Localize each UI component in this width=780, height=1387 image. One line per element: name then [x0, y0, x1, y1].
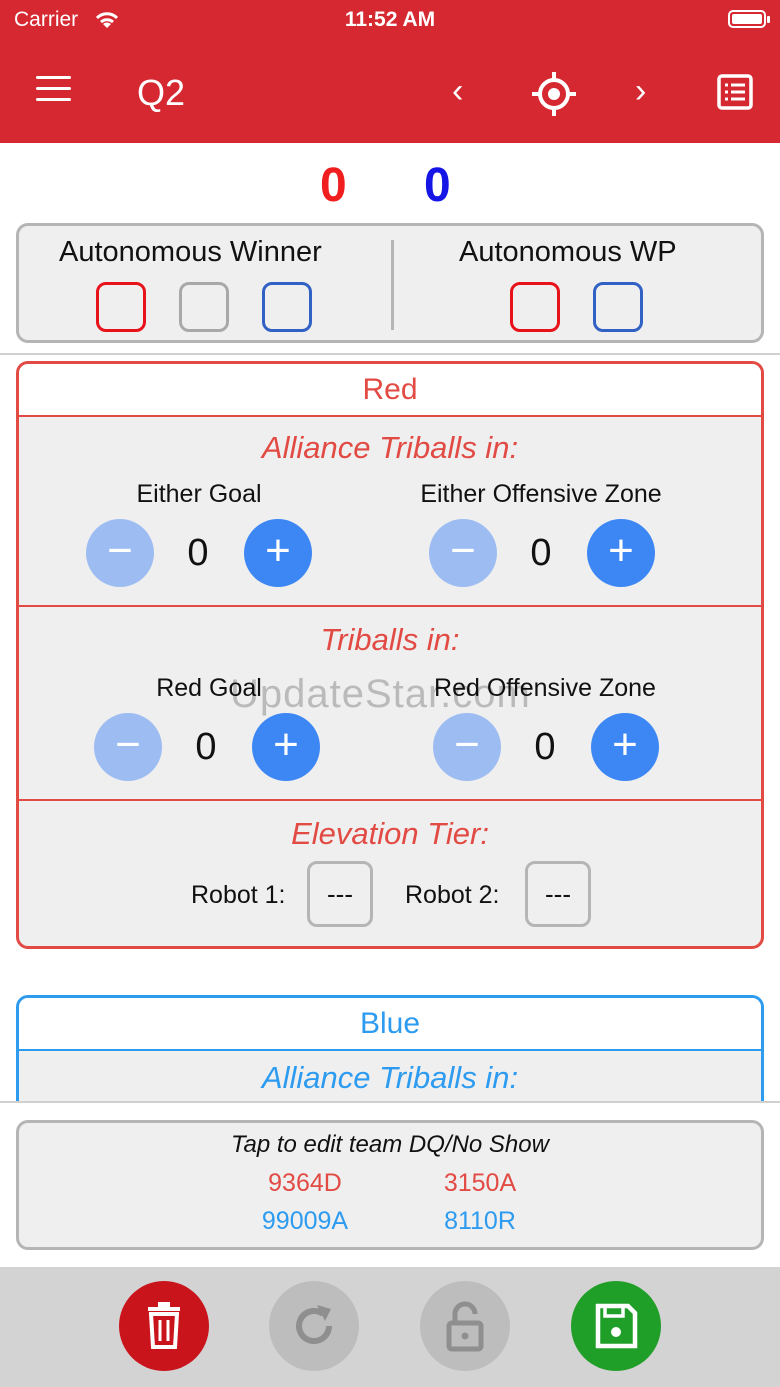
either-zone-label: Either Offensive Zone: [420, 480, 662, 508]
either-zone-plus-button[interactable]: +: [587, 519, 655, 587]
winner-blue-checkbox[interactable]: [262, 282, 312, 332]
save-button[interactable]: [571, 1281, 661, 1371]
autonomous-wp-label: Autonomous WP: [459, 236, 677, 268]
divider: [391, 240, 394, 330]
refresh-icon: [296, 1305, 332, 1344]
either-goal-minus-button[interactable]: −: [86, 519, 154, 587]
refresh-button[interactable]: [269, 1281, 359, 1371]
red-team-2[interactable]: 3150A: [410, 1169, 550, 1198]
save-icon: [595, 1303, 638, 1349]
autonomous-panel: Autonomous Winner Autonomous WP: [16, 223, 764, 343]
delete-button[interactable]: [119, 1281, 209, 1371]
trash-icon: [148, 1302, 180, 1349]
red-score: 0: [320, 159, 347, 212]
team-dq-panel[interactable]: Tap to edit team DQ/No Show 9364D 3150A …: [16, 1120, 764, 1250]
robot1-label: Robot 1:: [191, 881, 286, 909]
either-goal-plus-button[interactable]: +: [244, 519, 312, 587]
red-team-1[interactable]: 9364D: [235, 1169, 375, 1198]
robot1-tier-button[interactable]: ---: [307, 861, 373, 927]
winner-red-checkbox[interactable]: [96, 282, 146, 332]
red-zone-plus-button[interactable]: +: [591, 713, 659, 781]
autonomous-winner-label: Autonomous Winner: [59, 236, 322, 268]
unlock-button[interactable]: [420, 1281, 510, 1371]
clock: 11:52 AM: [344, 8, 436, 31]
winner-tie-checkbox[interactable]: [179, 282, 229, 332]
red-goal-plus-button[interactable]: +: [252, 713, 320, 781]
either-zone-minus-button[interactable]: −: [429, 519, 497, 587]
robot2-tier-button[interactable]: ---: [525, 861, 591, 927]
red-goal-value: 0: [195, 726, 217, 768]
divider: [0, 353, 780, 355]
red-panel-title: Red: [19, 364, 761, 417]
red-alliance-panel: Red Alliance Triballs in: Either Goal − …: [16, 361, 764, 949]
match-title: Q2: [137, 72, 186, 113]
red-alliance-triballs-header: Alliance Triballs in:: [261, 430, 519, 465]
status-bar: Carrier 11:52 AM: [0, 0, 780, 40]
either-zone-value: 0: [530, 532, 552, 574]
blue-team-1[interactable]: 99009A: [235, 1207, 375, 1236]
red-zone-minus-button[interactable]: −: [433, 713, 501, 781]
team-dq-caption: Tap to edit team DQ/No Show: [231, 1131, 549, 1158]
red-goal-minus-button[interactable]: −: [94, 713, 162, 781]
red-zone-value: 0: [534, 726, 556, 768]
battery-icon: [728, 10, 770, 28]
crosshair-icon[interactable]: [532, 72, 576, 125]
blue-team-2[interactable]: 8110R: [410, 1207, 550, 1236]
red-triballs-header: Triballs in:: [320, 622, 460, 657]
blue-panel-title: Blue: [19, 998, 761, 1051]
divider: [19, 799, 761, 801]
blue-alliance-triballs-header: Alliance Triballs in:: [261, 1060, 519, 1095]
either-goal-value: 0: [187, 532, 209, 574]
wp-red-checkbox[interactable]: [510, 282, 560, 332]
robot2-label: Robot 2:: [405, 881, 500, 909]
blue-score: 0: [424, 159, 451, 212]
list-icon[interactable]: [717, 74, 753, 119]
unlock-icon: [446, 1301, 484, 1352]
elevation-tier-header: Elevation Tier:: [291, 816, 489, 851]
chevron-right-icon[interactable]: ›: [635, 72, 646, 111]
either-goal-label: Either Goal: [136, 480, 262, 508]
app-header: Carrier 11:52 AM Q2 ‹ ›: [0, 0, 780, 143]
divider: [19, 605, 761, 607]
chevron-left-icon[interactable]: ‹: [452, 72, 463, 111]
watermark: UpdateStar.com: [230, 672, 531, 716]
menu-icon[interactable]: [36, 76, 71, 104]
nav-bar: Q2 ‹ ›: [0, 50, 780, 140]
wp-blue-checkbox[interactable]: [593, 282, 643, 332]
bottom-toolbar: [0, 1267, 780, 1387]
